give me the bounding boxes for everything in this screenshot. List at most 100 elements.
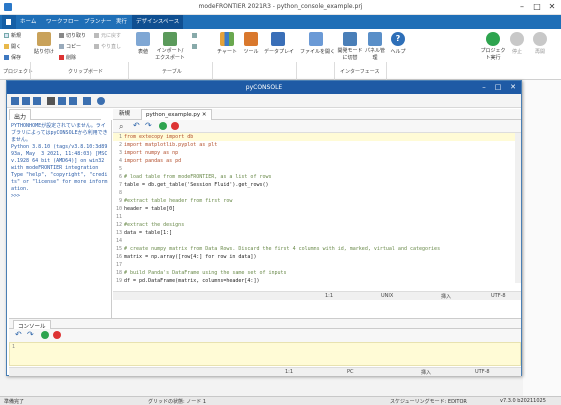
line-number: 7 [118,182,122,188]
file-open-button[interactable]: ファイルを開く [300,32,335,55]
open-project-button[interactable]: 開く [4,43,21,50]
save-icon[interactable] [33,97,41,105]
open-file-icon[interactable] [22,97,30,105]
delete-icon [59,55,64,60]
console-cursor-position: 1:1 [285,369,294,375]
cut-button[interactable]: 切り取り [59,32,86,39]
dialog-minimize-button[interactable]: – [477,81,491,94]
file-icon [6,19,11,25]
tab-run[interactable]: 実行 [112,15,131,29]
redo-icon[interactable]: ↷ [145,121,152,130]
redo-button[interactable]: やり直し [94,43,121,50]
chart-button[interactable]: チャート [216,32,238,55]
sort-icon [192,44,197,49]
group-label-table: テーブル [162,69,182,75]
undo-icon [94,33,99,38]
dialog-title-bar[interactable]: pyCONSOLE [7,81,521,94]
code-text: import numpy as np [124,150,179,156]
cursor-position: 1:1 [325,293,334,299]
tab-workflow[interactable]: ワークフロー [42,15,83,29]
tab-design-space[interactable]: デザインスペース [132,15,184,29]
line-ending: UNIX [381,293,394,299]
tab-new-file[interactable]: 新規 [115,109,134,120]
output-tab[interactable]: 出力 [9,109,101,123]
line-number: 16 [115,254,122,260]
resume-button[interactable]: 再開 [530,32,550,55]
import-export-button[interactable]: インポート/エクスポート [155,32,185,62]
help-button[interactable]: ? ヘルプ [388,32,408,55]
new-file-icon[interactable] [11,97,19,105]
line-number: 11 [115,214,122,220]
undo-icon[interactable]: ↶ [15,330,22,339]
cut-icon[interactable] [47,97,55,105]
delete-button[interactable]: 削除 [59,54,76,61]
stop-console-icon[interactable] [53,331,61,339]
code-line: 7 table = db.get_table('Session Fluid').g… [113,181,521,189]
stop-button[interactable]: 停止 [507,32,527,55]
table-options-button-2[interactable] [192,44,199,50]
save-project-button[interactable]: 保存 [4,54,21,61]
run-script-icon[interactable] [159,122,167,130]
tool-button[interactable]: ツール [240,32,262,55]
code-line: 11 [113,213,521,221]
tab-home[interactable]: ホーム [16,15,40,29]
tab-file[interactable] [2,15,16,29]
table-icon [136,32,150,46]
code-line: 12 #extract the designs [113,221,521,229]
folder-icon [4,44,9,49]
new-project-button[interactable]: 新規 [4,32,21,39]
console-input[interactable]: 1 [9,342,521,366]
new-file-icon [4,33,9,38]
code-line: 6 # load table from modeFRONTIER, as a li… [113,173,521,181]
editor-scrollbar[interactable] [515,133,521,283]
tab-python-example[interactable]: python_example.py ✕ [141,109,212,120]
paste-icon[interactable] [69,97,77,105]
table-button[interactable]: 表値 [132,32,154,55]
save-icon [4,55,9,60]
close-button[interactable]: ✕ [545,1,559,13]
clear-icon[interactable] [83,97,91,105]
console-status-bar: 1:1 PC 挿入 UTF-8 [9,367,521,376]
undo-icon[interactable]: ↶ [133,121,140,130]
code-text: header = table[0] [124,206,176,212]
status-scheduling: スケジューリングモード: EDITOR [390,399,467,405]
run-console-icon[interactable] [41,331,49,339]
search-icon[interactable]: ⌕ [119,122,123,132]
dataplay-button[interactable]: データプレイ [264,32,294,55]
line-number: 3 [118,150,122,156]
minimize-button[interactable]: – [515,1,529,13]
copy-icon[interactable] [58,97,66,105]
status-bar: 準備完了 グリッドの状態: ノード 1 スケジューリングモード: EDITOR … [0,396,561,405]
code-text: # create numpy matrix from Data Rows. Di… [124,246,441,252]
code-line: 18 # build Panda's DataFrame using the sa… [113,269,521,277]
redo-icon[interactable]: ↷ [27,330,34,339]
tab-planner[interactable]: プランナー [80,15,116,29]
maximize-button[interactable]: □ [530,1,544,13]
copy-button[interactable]: コピー [59,43,81,50]
table-options-button[interactable] [192,33,199,39]
line-number: 5 [118,166,122,172]
code-line: 10 header = table[0] [113,205,521,213]
dialog-title: pyCONSOLE [245,84,283,91]
line-number: 1 [118,134,122,140]
dialog-maximize-button[interactable]: □ [491,81,505,94]
line-number: 8 [118,190,122,196]
console-insert-mode: 挿入 [421,370,432,376]
right-panel [523,80,561,397]
tab-close-icon[interactable]: ✕ [202,112,207,118]
code-editor[interactable]: 1 from extecopy import db 2 import matplotl… [113,133,521,283]
help-icon[interactable] [97,97,105,105]
insert-mode: 挿入 [441,294,452,300]
panel-manage-button[interactable]: パネル管理 [364,32,386,62]
editor-toolbar: ⌕ ↶ ↷ [113,120,521,133]
code-text: import pandas as pd [124,158,182,164]
import-export-icon [163,32,177,46]
stop-script-icon[interactable] [171,122,179,130]
dialog-close-button[interactable]: ✕ [506,81,520,94]
paste-button[interactable]: 貼り付け [32,32,56,55]
dev-mode-button[interactable]: 開発モードに切替 [336,32,364,62]
wrench-icon [244,32,258,46]
undo-button[interactable]: 元に戻す [94,32,121,39]
switch-mode-icon [343,32,357,46]
run-project-button[interactable]: プロジェクト実行 [480,32,506,62]
